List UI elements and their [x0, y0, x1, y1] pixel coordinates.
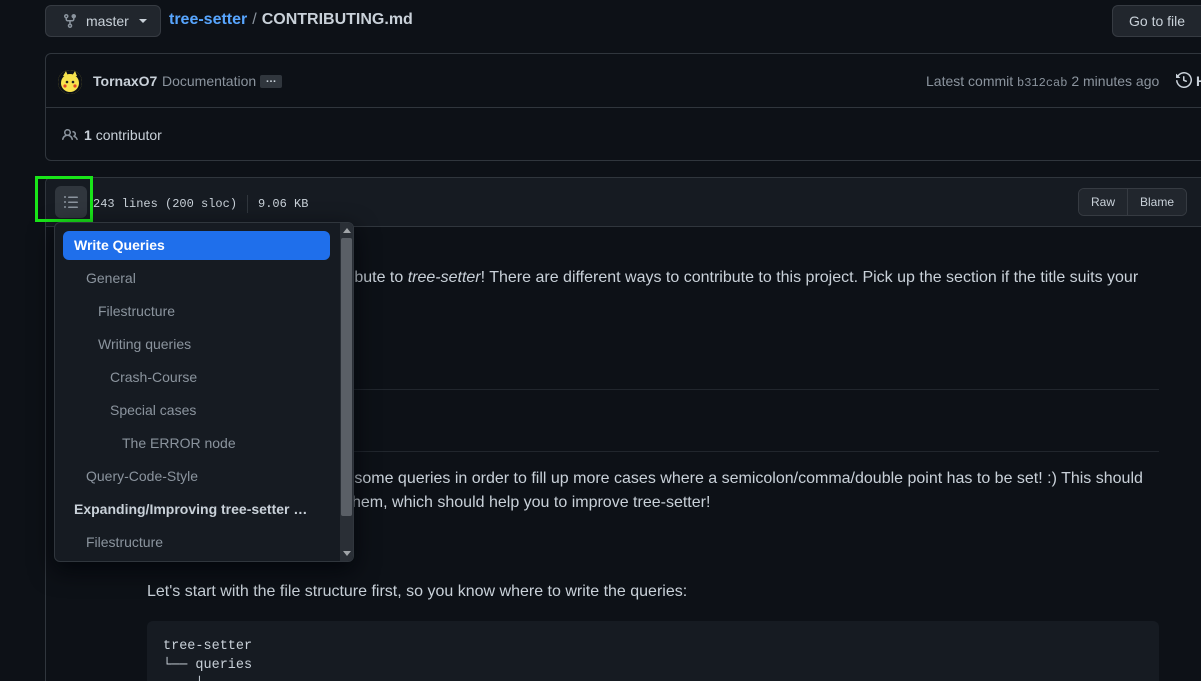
toc-item[interactable]: Special cases — [63, 396, 330, 425]
file-size: 9.06 KB — [258, 197, 309, 211]
breadcrumb: tree-setter / CONTRIBUTING.md — [169, 11, 413, 29]
commit-expand-button[interactable]: … — [260, 74, 282, 88]
contributor-count: 1 — [84, 127, 92, 143]
scroll-up-arrow-icon[interactable] — [343, 228, 351, 233]
avatar-image — [58, 70, 82, 94]
breadcrumb-file-name: CONTRIBUTING.md — [261, 11, 413, 28]
toc-item[interactable]: Filestructure — [63, 528, 330, 557]
latest-commit-label: Latest commit — [926, 73, 1014, 89]
file-header: 243 lines (200 sloc) 9.06 KB Raw Blame — [46, 178, 1201, 227]
branch-selector-button[interactable]: master — [45, 5, 161, 37]
code-block: tree-setter └── queries ├ — [147, 621, 1159, 681]
paragraph-line: hem, which should help you to improve tr… — [352, 494, 711, 511]
people-icon — [62, 128, 78, 141]
contributor-label: contributor — [95, 127, 162, 143]
code-line: ├ — [163, 677, 203, 681]
paragraph: Let's start with the file structure firs… — [147, 583, 688, 600]
file-actions-group: Raw Blame — [1078, 188, 1188, 216]
paragraph-line: e some queries in order to fill up more … — [341, 470, 1143, 487]
file-info: 243 lines (200 sloc) 9.06 KB — [93, 195, 308, 213]
branch-name: master — [86, 13, 129, 29]
divider — [247, 195, 249, 213]
toc-item[interactable]: Write Queries — [63, 231, 330, 260]
toc-item[interactable]: Expanding/Improving tree-setter … — [63, 495, 330, 524]
intro-emphasis: tree-setter — [407, 269, 481, 286]
latest-commit-info: Latest commit b312cab 2 minutes ago — [926, 73, 1159, 90]
toc-item[interactable]: Writing queries — [63, 330, 330, 359]
commit-message-link[interactable]: Documentation — [162, 73, 256, 89]
toc-item[interactable]: General — [63, 264, 330, 293]
toc-item[interactable]: Query-Code-Style — [63, 462, 330, 491]
commit-sha-link[interactable]: b312cab — [1017, 76, 1067, 90]
blame-button[interactable]: Blame — [1127, 189, 1187, 215]
commit-box: TornaxO7 Documentation … Latest commit b… — [45, 53, 1201, 161]
code-line: └── queries — [163, 658, 253, 673]
history-icon[interactable] — [1176, 72, 1192, 88]
focus-highlight-box — [35, 176, 93, 222]
table-of-contents-popover: Write Queries General Filestructure Writ… — [54, 222, 354, 562]
intro-paragraph: tribute to tree-setter! There are differ… — [341, 266, 1138, 290]
breadcrumb-separator: / — [252, 11, 257, 28]
line-count: 243 lines (200 sloc) — [93, 197, 238, 211]
toc-item[interactable]: Filestructure — [63, 297, 330, 326]
avatar[interactable] — [58, 70, 82, 94]
code-line: tree-setter — [163, 639, 253, 654]
commit-time: 2 minutes ago — [1071, 73, 1160, 89]
toc-item[interactable]: The ERROR node — [63, 429, 330, 458]
contributors-row[interactable]: 1 contributor — [62, 127, 162, 143]
toc-item[interactable]: Crash-Course — [63, 363, 330, 392]
breadcrumb-repo-link[interactable]: tree-setter — [169, 11, 247, 29]
commit-author-link[interactable]: TornaxO7 — [93, 73, 157, 89]
latest-commit-row: TornaxO7 Documentation … Latest commit b… — [46, 54, 1201, 108]
go-to-file-button[interactable]: Go to file — [1112, 5, 1201, 37]
scrollbar-thumb[interactable] — [341, 238, 352, 516]
scroll-down-arrow-icon[interactable] — [343, 551, 351, 556]
raw-button[interactable]: Raw — [1079, 189, 1128, 215]
chevron-down-icon — [138, 19, 147, 23]
git-branch-icon — [64, 14, 76, 29]
intro-text-rest: ! There are different ways to contribute… — [480, 269, 1139, 286]
history-link[interactable]: H — [1196, 73, 1201, 89]
